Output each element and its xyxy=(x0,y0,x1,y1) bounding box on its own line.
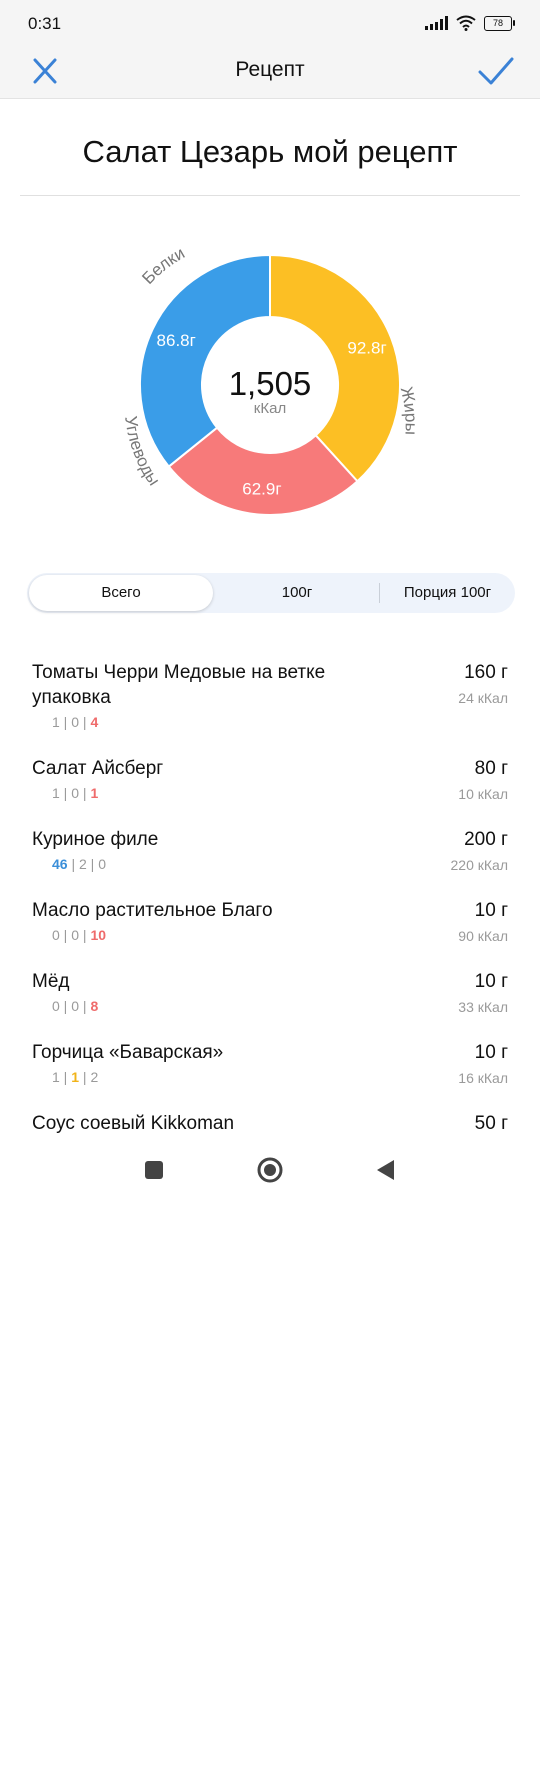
ingredient-row[interactable]: Мёд 10 г 33 кКал 0 | 0 | 8 xyxy=(0,969,540,1015)
ingredient-macros: 46 | 2 | 0 xyxy=(32,856,508,872)
macro-sep: | xyxy=(79,927,91,943)
signal-icon xyxy=(425,16,448,30)
macro-protein: 1 xyxy=(52,714,60,730)
ingredient-kcal: 24 кКал xyxy=(458,690,508,706)
ingredient-macros: 1 | 0 | 4 xyxy=(32,714,508,730)
nav-recents-button[interactable] xyxy=(138,1154,170,1186)
nav-home-button[interactable] xyxy=(254,1154,286,1186)
ingredient-name: Мёд xyxy=(32,971,70,992)
macro-sep: | xyxy=(59,714,72,730)
macro-protein: 1 xyxy=(52,1069,60,1085)
ingredient-amount: 50 г xyxy=(474,1113,508,1134)
ingredient-kcal: 10 кКал xyxy=(458,786,508,802)
tab-per-100g[interactable]: 100г xyxy=(215,573,379,613)
slice-value-carbs: 62.9г xyxy=(242,480,281,499)
nav-back-button[interactable] xyxy=(369,1154,401,1186)
macro-fat: 0 xyxy=(71,998,80,1014)
chart-total: 1,505 xyxy=(229,365,312,402)
macro-sep: | xyxy=(79,1069,91,1085)
macro-fat: 1 xyxy=(71,1069,80,1085)
tab-total[interactable]: Всего xyxy=(27,573,215,613)
macro-protein: 0 xyxy=(52,998,60,1014)
slice-protein xyxy=(139,253,271,468)
ingredient-amount: 10 г xyxy=(474,900,508,921)
macro-carbs: 0 xyxy=(98,856,107,872)
macro-protein: 1 xyxy=(52,785,60,801)
status-bar: 0:31 78 xyxy=(0,0,540,44)
system-nav-bar xyxy=(0,1140,540,1200)
view-mode-tabs: Всего 100г Порция 100г xyxy=(27,573,515,613)
ingredient-row[interactable]: Салат Айсберг 80 г 10 кКал 1 | 0 | 1 xyxy=(0,756,540,802)
macro-sep: | xyxy=(59,1069,72,1085)
ingredient-row[interactable]: Куриное филе 200 г 220 кКал 46 | 2 | 0 xyxy=(0,827,540,873)
macro-carbs: 4 xyxy=(90,714,99,730)
macro-sep: | xyxy=(79,785,91,801)
ingredient-name: Соус соевый Kikkoman xyxy=(32,1113,235,1134)
ingredient-macros: 1 | 0 | 1 xyxy=(32,785,508,801)
macro-sep: | xyxy=(59,785,72,801)
ingredient-name: Горчица «Баварская» xyxy=(32,1042,224,1063)
chart-unit: кКал xyxy=(254,400,286,417)
macro-fat: 2 xyxy=(79,856,87,872)
macro-carbs: 1 xyxy=(90,785,99,801)
macro-protein: 46 xyxy=(52,856,68,872)
macro-sep: | xyxy=(59,998,72,1014)
macro-protein: 0 xyxy=(52,927,60,943)
ingredient-amount: 10 г xyxy=(474,971,508,992)
ingredient-kcal: 90 кКал xyxy=(458,928,508,944)
ingredient-row[interactable]: Горчица «Баварская» 10 г 16 кКал 1 | 1 |… xyxy=(0,1040,540,1086)
ingredient-kcal: 33 кКал xyxy=(458,999,508,1015)
macro-carbs: 8 xyxy=(90,998,99,1014)
title-divider xyxy=(20,195,520,196)
ingredient-amount: 200 г xyxy=(464,829,508,850)
app-bar: Рецепт xyxy=(0,44,540,99)
ingredient-amount: 80 г xyxy=(474,758,508,779)
slice-value-protein: 86.8г xyxy=(157,331,196,350)
ingredient-row[interactable]: Масло растительное Благо 10 г 90 кКал 0 … xyxy=(0,898,540,944)
check-icon xyxy=(478,57,514,85)
macro-carbs: 2 xyxy=(90,1069,99,1085)
ingredient-name: Масло растительное Благо xyxy=(32,900,273,921)
ingredient-macros: 1 | 1 | 2 xyxy=(32,1069,508,1085)
ingredient-kcal: 16 кКал xyxy=(458,1070,508,1086)
triangle-back-icon xyxy=(377,1160,394,1180)
slice-value-fat: 92.8г xyxy=(347,339,386,358)
ingredient-amount: 160 г xyxy=(464,662,508,683)
macro-carbs: 10 xyxy=(90,927,107,943)
confirm-button[interactable] xyxy=(476,54,516,88)
macro-fat: 0 xyxy=(71,714,80,730)
recipe-title: Салат Цезарь мой рецепт xyxy=(82,134,458,169)
slice-name-fat: Жиры xyxy=(397,385,421,435)
macro-sep: | xyxy=(79,714,91,730)
macro-sep: | xyxy=(86,856,99,872)
ingredient-name: Томаты Черри Медовые на ветке упаковка xyxy=(32,662,326,708)
macro-sep: | xyxy=(59,927,72,943)
ingredient-macros: 0 | 0 | 8 xyxy=(32,998,508,1014)
wifi-icon xyxy=(456,15,476,31)
ingredient-list: Томаты Черри Медовые на ветке упаковка 1… xyxy=(0,660,540,1790)
battery-icon: 78 xyxy=(484,15,515,31)
macro-sep: | xyxy=(79,998,91,1014)
status-time: 0:31 xyxy=(28,14,62,33)
macro-fat: 0 xyxy=(71,927,80,943)
ingredient-name: Салат Айсберг xyxy=(32,758,164,779)
ingredient-row[interactable]: Томаты Черри Медовые на ветке упаковка 1… xyxy=(0,660,540,730)
slice-name-protein: Белки xyxy=(138,243,188,288)
ingredient-name: Куриное филе xyxy=(32,829,159,850)
circle-icon xyxy=(257,1157,283,1183)
page-title: Рецепт xyxy=(235,58,305,81)
battery-level: 78 xyxy=(492,18,503,28)
macro-donut-chart: 92.8г62.9г86.8г 1,505 кКал Белки Жиры Уг… xyxy=(121,243,421,516)
square-icon xyxy=(145,1161,163,1179)
ingredient-macros: 0 | 0 | 10 xyxy=(32,927,508,943)
status-icons: 78 xyxy=(425,15,515,31)
ingredient-kcal: 220 кКал xyxy=(450,857,508,873)
macro-sep: | xyxy=(67,856,79,872)
tab-portion-100g[interactable]: Порция 100г xyxy=(380,573,515,613)
macro-fat: 0 xyxy=(71,785,80,801)
ingredient-amount: 10 г xyxy=(474,1042,508,1063)
